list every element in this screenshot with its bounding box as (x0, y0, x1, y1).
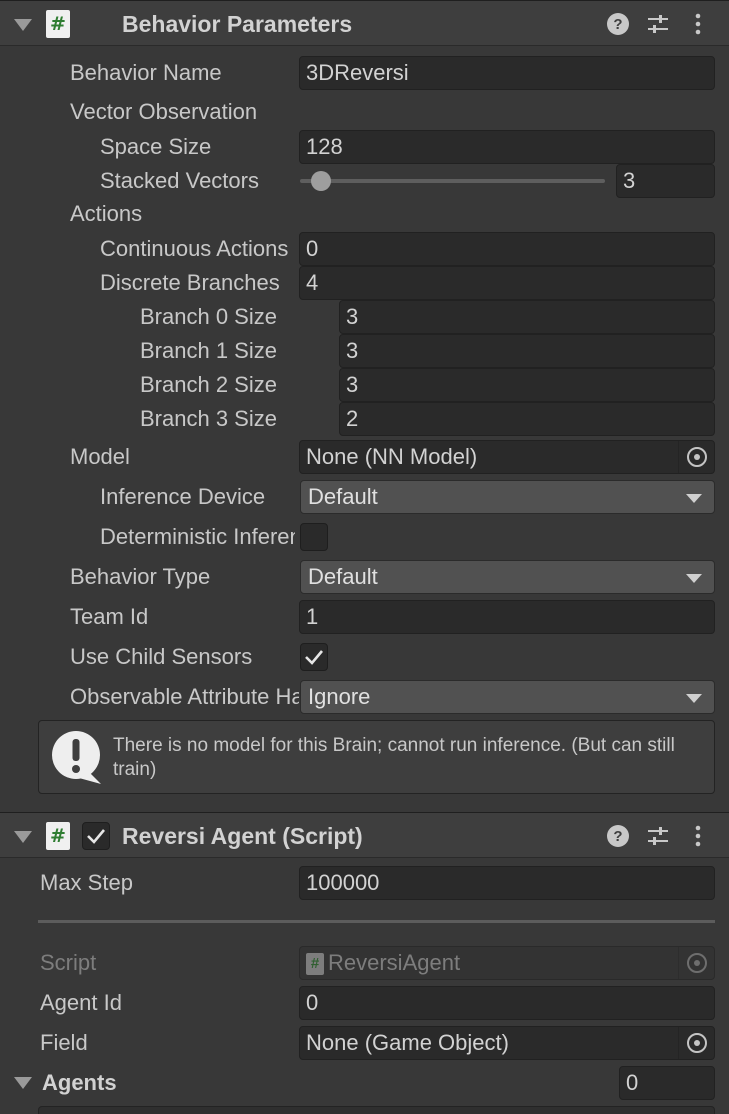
deterministic-inference-label: Deterministic Inference (100, 524, 295, 549)
max-step-input[interactable]: 100000 (299, 866, 715, 900)
script-value: ReversiAgent (328, 950, 461, 975)
object-picker-icon (678, 947, 714, 979)
kebab-menu-icon[interactable] (686, 824, 710, 848)
discrete-branches-input[interactable]: 4 (299, 266, 715, 300)
team-id-label: Team Id (70, 604, 149, 629)
field-value: None (Game Object) (306, 1030, 509, 1055)
svg-text:?: ? (613, 828, 622, 845)
model-value: None (NN Model) (306, 444, 478, 469)
branch-1-size-label: Branch 1 Size (140, 338, 277, 363)
inference-device-dropdown[interactable]: Default (300, 480, 715, 514)
help-box: There is no model for this Brain; cannot… (38, 720, 715, 794)
inference-device-label: Inference Device (100, 484, 266, 509)
stacked-vectors-slider[interactable] (300, 179, 605, 183)
foldout-arrow-icon[interactable] (14, 831, 32, 843)
component-title: Behavior Parameters (122, 11, 353, 37)
behavior-parameters-header[interactable]: # Behavior Parameters ? (0, 0, 729, 46)
script-icon: # (46, 822, 70, 850)
component-title: Reversi Agent (Script) (122, 823, 363, 849)
help-icon[interactable]: ? (606, 824, 630, 848)
branch-2-size-label: Branch 2 Size (140, 372, 277, 397)
continuous-actions-label: Continuous Actions (100, 236, 289, 261)
separator (38, 920, 715, 923)
behavior-type-value: Default (308, 564, 378, 589)
inference-device-value: Default (308, 484, 378, 509)
branch-3-size-input[interactable]: 2 (339, 402, 715, 436)
checkmark-icon (87, 829, 105, 844)
branch-1-size-input[interactable]: 3 (339, 334, 715, 368)
stacked-vectors-label: Stacked Vectors (100, 168, 259, 193)
slider-thumb[interactable] (311, 171, 332, 191)
script-icon: # (46, 10, 70, 38)
use-child-sensors-label: Use Child Sensors (70, 644, 253, 669)
presets-icon[interactable] (646, 824, 670, 848)
space-size-input[interactable]: 128 (299, 130, 715, 164)
branch-3-size-label: Branch 3 Size (140, 406, 277, 431)
observable-attribute-dropdown[interactable]: Ignore (300, 680, 715, 714)
model-object-field[interactable]: None (NN Model) (299, 440, 715, 474)
stacked-vectors-input[interactable]: 3 (616, 164, 715, 198)
observable-attribute-label: Observable Attribute Handling (70, 684, 299, 709)
model-label: Model (70, 444, 130, 469)
checkmark-icon (305, 650, 323, 665)
chevron-down-icon (686, 494, 702, 503)
chevron-down-icon (686, 694, 702, 703)
space-size-label: Space Size (100, 134, 212, 159)
behavior-name-input[interactable]: 3DReversi (299, 56, 715, 90)
vector-observation-label: Vector Observation (70, 99, 258, 124)
agents-label[interactable]: Agents (42, 1069, 242, 1097)
use-child-sensors-checkbox[interactable] (300, 643, 328, 671)
kebab-menu-icon[interactable] (686, 12, 710, 36)
agent-id-input[interactable]: 0 (299, 986, 715, 1020)
deterministic-inference-checkbox[interactable] (300, 523, 328, 551)
max-step-label: Max Step (40, 870, 133, 895)
object-picker-icon[interactable] (678, 1027, 714, 1059)
continuous-actions-input[interactable]: 0 (299, 232, 715, 266)
presets-icon[interactable] (646, 12, 670, 36)
field-label: Field (40, 1030, 88, 1055)
field-object-field[interactable]: None (Game Object) (299, 1026, 715, 1060)
agents-size-input[interactable]: 0 (619, 1066, 715, 1100)
script-label: Script (40, 950, 97, 975)
behavior-type-dropdown[interactable]: Default (300, 560, 715, 594)
agents-list-box (38, 1106, 715, 1114)
agent-id-label: Agent Id (40, 990, 122, 1015)
actions-label: Actions (70, 201, 143, 226)
observable-attribute-value: Ignore (308, 684, 371, 709)
reversi-agent-header[interactable]: # Reversi Agent (Script) ? (0, 812, 729, 858)
script-icon: # (306, 953, 324, 976)
branch-2-size-input[interactable]: 3 (339, 368, 715, 402)
foldout-arrow-icon[interactable] (14, 19, 32, 31)
behavior-name-label: Behavior Name (70, 60, 222, 85)
component-enabled-checkbox[interactable] (82, 822, 110, 850)
help-icon[interactable]: ? (606, 12, 630, 36)
team-id-input[interactable]: 1 (299, 600, 715, 634)
info-icon (52, 731, 101, 784)
discrete-branches-label: Discrete Branches (100, 270, 280, 295)
script-object-field: # ReversiAgent (299, 946, 715, 980)
chevron-down-icon (686, 574, 702, 583)
svg-text:?: ? (613, 16, 622, 33)
help-message: There is no model for this Brain; cannot… (113, 735, 675, 780)
branch-0-size-input[interactable]: 3 (339, 300, 715, 334)
object-picker-icon[interactable] (678, 441, 714, 473)
foldout-arrow-icon[interactable] (14, 1077, 32, 1089)
behavior-type-label: Behavior Type (70, 564, 211, 589)
branch-0-size-label: Branch 0 Size (140, 304, 277, 329)
